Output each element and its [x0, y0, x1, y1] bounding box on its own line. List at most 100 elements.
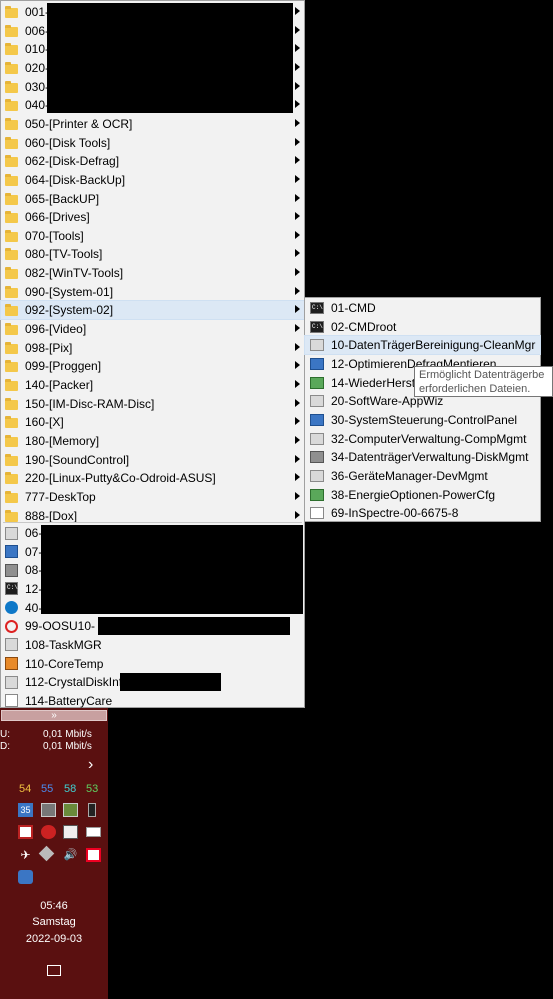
folder-icon — [5, 192, 18, 205]
submenu-item-32-computerverwaltung-compmgmt[interactable]: 32-ComputerVerwaltung-CompMgmt — [305, 430, 540, 448]
shield-icon[interactable] — [18, 825, 33, 839]
menu-item-label: 140-[Packer] — [25, 378, 94, 392]
submenu-item-label: 14-WiederHerstel — [331, 375, 425, 390]
folder-icon — [5, 99, 18, 112]
battery-icon[interactable] — [88, 803, 96, 817]
airplane-icon[interactable]: ✈ — [18, 848, 33, 862]
menu-item-label: 010- — [25, 42, 50, 57]
submenu-item-36-ger-temanager-devmgmt[interactable]: 36-GeräteManager-DevMgmt — [305, 467, 540, 485]
volume-icon[interactable]: 🔊 — [63, 848, 78, 862]
menu-item-777-desktop[interactable]: 777-DeskTop — [1, 488, 304, 506]
download-rate: 0,01 Mbit/s — [43, 741, 92, 752]
submenu-item-30-systemsteuerung-controlpanel[interactable]: 30-SystemSteuerung-ControlPanel — [305, 411, 540, 429]
menu-item-label: 114-BatteryCare — [25, 693, 113, 708]
document-icon — [5, 694, 18, 708]
menu-item-220-linux-putty-co-odroid-asus[interactable]: 220-[Linux-Putty&Co-Odroid-ASUS] — [1, 469, 304, 487]
taskbar: » U: 0,01 Mbit/s D: 0,01 Mbit/s › 54 55 … — [0, 708, 108, 999]
menu-item-065-backup[interactable]: 065-[BackUP] — [1, 190, 304, 208]
clock-day[interactable]: Samstag — [0, 916, 108, 928]
submenu-arrow-icon — [295, 100, 300, 109]
programs-icon — [310, 395, 324, 408]
menu-item-110-coretemp[interactable]: 110-CoreTemp — [1, 655, 304, 673]
info-tray-icon[interactable] — [18, 870, 33, 884]
menu-item-150-im-disc-ram-disc[interactable]: 150-[IM-Disc-RAM-Disc] — [1, 395, 304, 413]
folder-icon — [5, 360, 18, 373]
submenu-item-label: 30-SystemSteuerung-ControlPanel — [331, 412, 518, 427]
download-label: D: — [0, 741, 10, 752]
submenu-item-label: 10-DatenTrägerBereinigung-CleanMgr — [331, 338, 536, 353]
menu-item-label: 777-DeskTop — [25, 489, 96, 504]
cmd-icon — [5, 582, 18, 596]
menu-item-062-disk-defrag[interactable]: 062-[Disk-Defrag] — [1, 152, 304, 170]
submenu-system-02: 01-CMD 02-CMDroot 10-DatenTrägerBereinigun… — [304, 297, 541, 522]
menu-item-label: 006- — [25, 23, 50, 38]
menu-item-label: 050-[Printer & OCR] — [25, 116, 133, 131]
clock-time[interactable]: 05:46 — [0, 900, 108, 912]
window-tray-icon[interactable] — [63, 825, 78, 839]
recording-icon[interactable] — [86, 848, 101, 862]
menu-item-label: 112-CrystalDiskInfo — [25, 675, 129, 690]
menu-item-064-disk-backup[interactable]: 064-[Disk-BackUp] — [1, 171, 304, 189]
menu-item-label: 082-[WinTV-Tools] — [25, 266, 124, 281]
submenu-arrow-icon — [295, 473, 300, 482]
folder-icon — [5, 211, 18, 224]
folder-icon — [5, 248, 18, 261]
menu-item-140-packer[interactable]: 140-[Packer] — [1, 376, 304, 394]
submenu-item-01-cmd[interactable]: 01-CMD — [305, 299, 540, 317]
submenu-arrow-icon — [295, 510, 300, 519]
menu-item-160-x[interactable]: 160-[X] — [1, 413, 304, 431]
menu-item-066-drives[interactable]: 066-[Drives] — [1, 208, 304, 226]
submenu-item-69-inspectre-00-6675-8[interactable]: 69-InSpectre-00-6675-8 — [305, 504, 540, 522]
monitor-tray-icon[interactable] — [63, 803, 78, 817]
power-plug-icon[interactable] — [86, 827, 101, 837]
folder-icon — [5, 61, 18, 74]
menu-item-label: 040- — [25, 98, 50, 113]
folder-icon — [5, 397, 18, 410]
menu-item-label: 030- — [25, 79, 50, 94]
submenu-arrow-icon — [295, 212, 300, 221]
submenu-item-02-cmdroot[interactable]: 02-CMDroot — [305, 318, 540, 336]
submenu-item-label: 32-ComputerVerwaltung-CompMgmt — [331, 431, 527, 446]
submenu-arrow-icon — [295, 25, 300, 34]
folder-icon — [5, 434, 18, 447]
menu-item-label: 092-[System-02] — [25, 303, 114, 318]
temp-core-3: 53 — [86, 783, 99, 795]
menu-item-180-memory[interactable]: 180-[Memory] — [1, 432, 304, 450]
menu-item-080-tv-tools[interactable]: 080-[TV-Tools] — [1, 245, 304, 263]
clock-date[interactable]: 2022-09-03 — [0, 933, 108, 945]
antivirus-icon[interactable] — [41, 825, 56, 839]
submenu-arrow-icon — [295, 44, 300, 53]
notification-icon[interactable] — [47, 965, 61, 976]
tooltip: Ermöglicht Datenträgerbe erforderlichen … — [414, 366, 553, 397]
control-panel-icon — [310, 413, 324, 426]
menu-item-096-video[interactable]: 096-[Video] — [1, 320, 304, 338]
folder-icon — [5, 136, 18, 149]
menu-item-108-taskmgr[interactable]: 108-TaskMGR — [1, 636, 304, 654]
app-generic-icon — [5, 526, 18, 540]
menu-item-070-tools[interactable]: 070-[Tools] — [1, 227, 304, 245]
menu-item-060-disk-tools[interactable]: 060-[Disk Tools] — [1, 134, 304, 152]
menu-item-099-proggen[interactable]: 099-[Proggen] — [1, 357, 304, 375]
calendar-icon[interactable]: 35 — [18, 803, 33, 817]
expand-button[interactable]: » — [1, 710, 107, 721]
menu-item-082-wintv-tools[interactable]: 082-[WinTV-Tools] — [1, 264, 304, 282]
folder-icon — [5, 304, 18, 317]
menu-item-092-system-02[interactable]: 092-[System-02] — [0, 300, 305, 321]
chevron-right-icon[interactable]: › — [88, 756, 93, 774]
menu-item-090-system-01[interactable]: 090-[System-01] — [1, 283, 304, 301]
network-icon[interactable] — [38, 845, 55, 862]
power-options-icon — [310, 488, 324, 501]
submenu-item-38-energieoptionen-powercfg[interactable]: 38-EnergieOptionen-PowerCfg — [305, 486, 540, 504]
prohibited-icon — [5, 619, 18, 633]
folder-icon — [5, 155, 18, 168]
submenu-item-10-datentr-gerbereinigung-cleanmgr[interactable]: 10-DatenTrägerBereinigung-CleanMgr — [304, 335, 541, 356]
menu-item-098-pix[interactable]: 098-[Pix] — [1, 339, 304, 357]
app-tray-icon[interactable] — [41, 803, 56, 817]
app-window-icon — [5, 545, 18, 559]
menu-item-190-soundcontrol[interactable]: 190-[SoundControl] — [1, 451, 304, 469]
restore-icon — [310, 376, 324, 389]
submenu-arrow-icon — [295, 137, 300, 146]
menu-item-050-printer-ocr[interactable]: 050-[Printer & OCR] — [1, 115, 304, 133]
disk-cleanup-icon — [310, 339, 324, 352]
submenu-item-34-datentr-gerverwaltung-diskmgmt[interactable]: 34-DatenträgerVerwaltung-DiskMgmt — [305, 448, 540, 466]
